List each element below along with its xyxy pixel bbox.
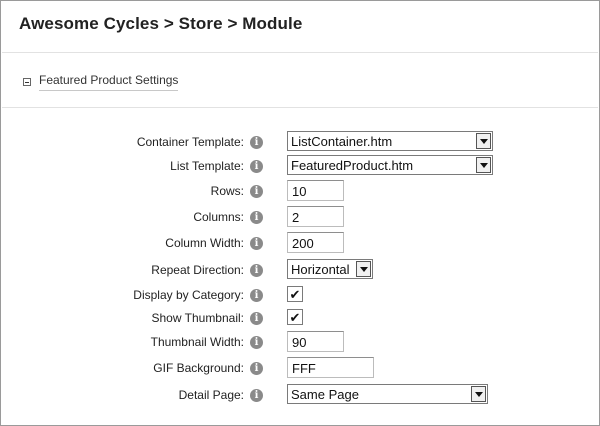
field-show-thumbnail: Show Thumbnail: i ✔ bbox=[1, 307, 600, 329]
section-header[interactable]: Featured Product Settings bbox=[23, 73, 179, 91]
field-column-width: Column Width: i 200 bbox=[1, 232, 600, 254]
module-settings-panel: Awesome Cycles > Store > Module Featured… bbox=[0, 0, 600, 426]
chevron-down-icon[interactable] bbox=[356, 261, 371, 277]
field-rows: Rows: i 10 bbox=[1, 180, 600, 202]
info-icon[interactable]: i bbox=[250, 264, 263, 277]
field-repeat-direction: Repeat Direction: i Horizontal bbox=[1, 259, 600, 281]
field-thumbnail-width: Thumbnail Width: i 90 bbox=[1, 331, 600, 353]
chevron-down-icon[interactable] bbox=[476, 133, 491, 149]
info-icon[interactable]: i bbox=[250, 312, 263, 325]
field-gif-background: GIF Background: i FFF bbox=[1, 357, 600, 379]
thumbnail-width-label: Thumbnail Width: bbox=[150, 335, 244, 349]
page-title: Awesome Cycles > Store > Module bbox=[19, 14, 303, 33]
section-divider bbox=[2, 107, 598, 108]
info-icon[interactable]: i bbox=[250, 237, 263, 250]
list-template-label: List Template: bbox=[170, 159, 244, 173]
detail-page-label: Detail Page: bbox=[178, 388, 244, 402]
container-template-value: ListContainer.htm bbox=[291, 134, 393, 149]
detail-page-select[interactable]: Same Page bbox=[287, 384, 488, 404]
field-detail-page: Detail Page: i Same Page bbox=[1, 384, 600, 406]
field-list-template: List Template: i FeaturedProduct.htm bbox=[1, 155, 600, 177]
thumbnail-width-input[interactable]: 90 bbox=[287, 331, 344, 352]
gif-background-input[interactable]: FFF bbox=[287, 357, 374, 378]
container-template-label: Container Template: bbox=[136, 135, 244, 149]
info-icon[interactable]: i bbox=[250, 185, 263, 198]
chevron-down-icon[interactable] bbox=[476, 157, 491, 173]
info-icon[interactable]: i bbox=[250, 389, 263, 402]
field-container-template: Container Template: i ListContainer.htm bbox=[1, 131, 600, 153]
repeat-direction-value: Horizontal bbox=[291, 262, 350, 277]
info-icon[interactable]: i bbox=[250, 211, 263, 224]
container-template-select[interactable]: ListContainer.htm bbox=[287, 131, 493, 151]
column-width-label: Column Width: bbox=[165, 236, 244, 250]
info-icon[interactable]: i bbox=[250, 336, 263, 349]
display-by-category-checkbox[interactable]: ✔ bbox=[287, 286, 303, 302]
show-thumbnail-label: Show Thumbnail: bbox=[151, 311, 245, 325]
show-thumbnail-checkbox[interactable]: ✔ bbox=[287, 309, 303, 325]
repeat-direction-select[interactable]: Horizontal bbox=[287, 259, 373, 279]
collapse-icon[interactable] bbox=[23, 78, 31, 86]
title-divider bbox=[2, 52, 598, 53]
gif-background-label: GIF Background: bbox=[153, 361, 244, 375]
detail-page-value: Same Page bbox=[291, 387, 359, 402]
section-title[interactable]: Featured Product Settings bbox=[39, 73, 179, 91]
column-width-input[interactable]: 200 bbox=[287, 232, 344, 253]
rows-input[interactable]: 10 bbox=[287, 180, 344, 201]
field-columns: Columns: i 2 bbox=[1, 206, 600, 228]
field-display-by-category: Display by Category: i ✔ bbox=[1, 284, 600, 306]
info-icon[interactable]: i bbox=[250, 160, 263, 173]
columns-label: Columns: bbox=[193, 210, 244, 224]
display-by-category-label: Display by Category: bbox=[133, 288, 244, 302]
columns-input[interactable]: 2 bbox=[287, 206, 344, 227]
info-icon[interactable]: i bbox=[250, 136, 263, 149]
repeat-direction-label: Repeat Direction: bbox=[151, 263, 244, 277]
chevron-down-icon[interactable] bbox=[471, 386, 486, 402]
info-icon[interactable]: i bbox=[250, 362, 263, 375]
list-template-select[interactable]: FeaturedProduct.htm bbox=[287, 155, 493, 175]
info-icon[interactable]: i bbox=[250, 289, 263, 302]
rows-label: Rows: bbox=[210, 184, 244, 198]
list-template-value: FeaturedProduct.htm bbox=[291, 158, 414, 173]
